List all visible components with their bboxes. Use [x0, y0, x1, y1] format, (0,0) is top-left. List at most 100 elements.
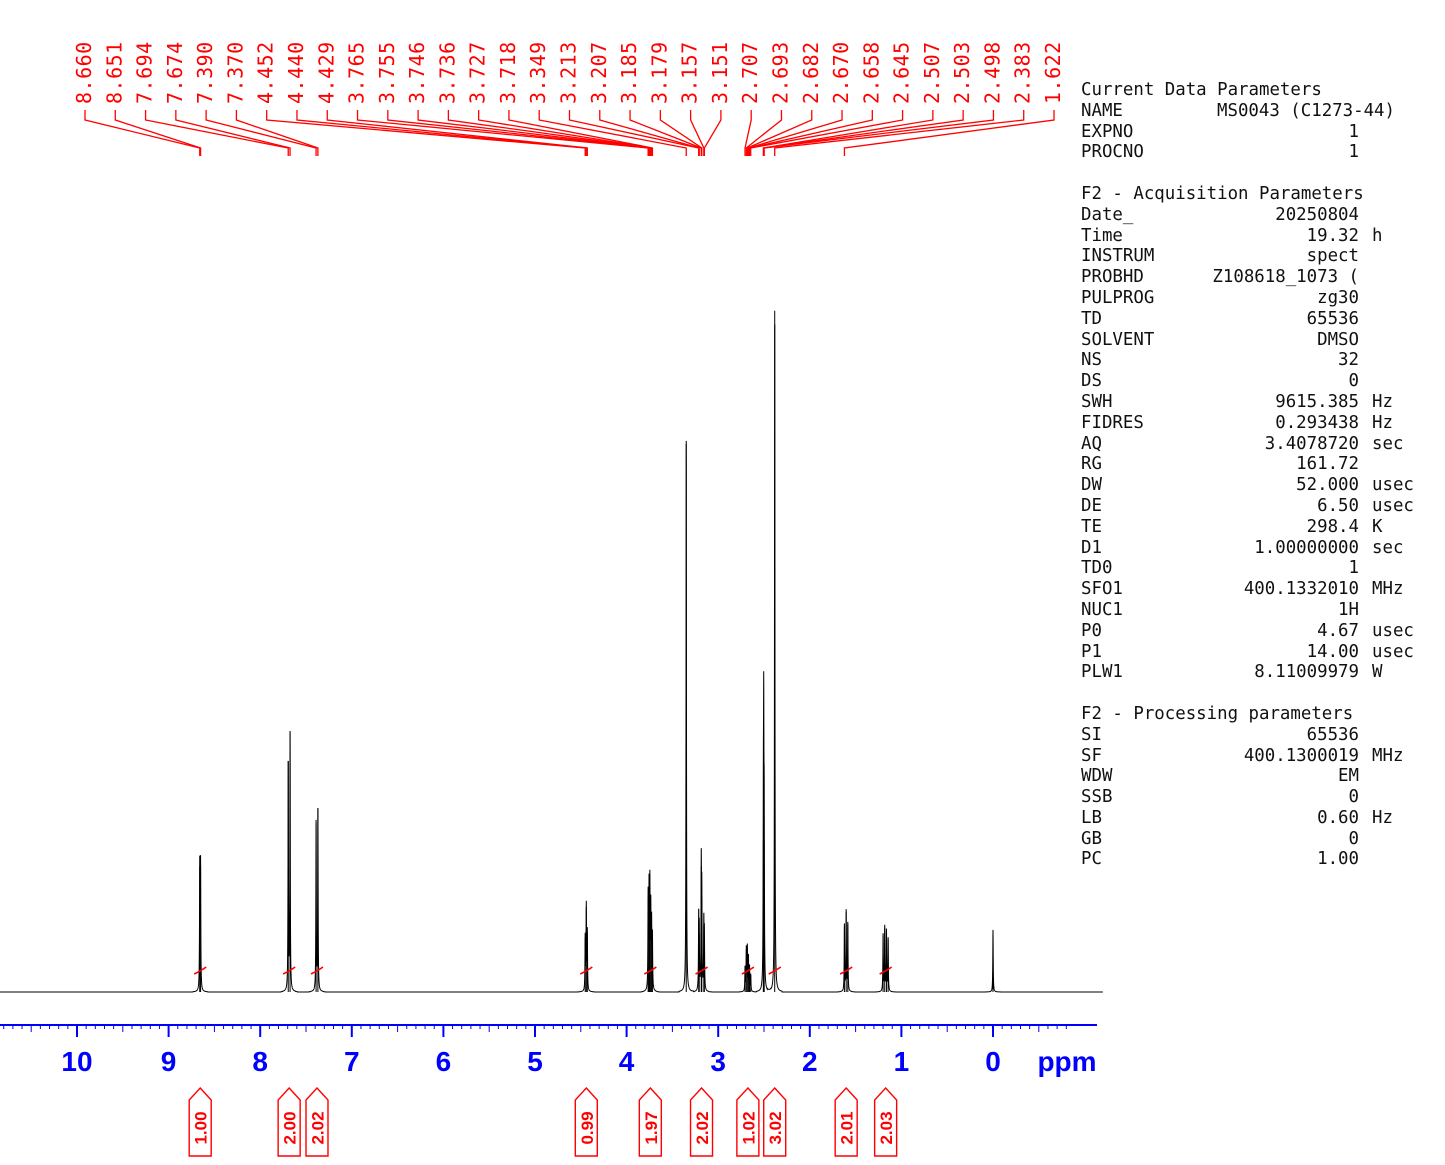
parameter-row: FIDRES 0.293438 Hz: [1081, 413, 1441, 434]
peak-label: 3.151: [708, 41, 732, 104]
peak-label: 1.622: [1041, 41, 1065, 104]
parameter-row: TE 298.4 K: [1081, 517, 1441, 538]
parameter-unit: sec: [1372, 537, 1404, 558]
peak-label: 7.390: [193, 41, 217, 104]
integral-curve: [282, 966, 296, 975]
parameter-value: 3.4078720: [1264, 433, 1359, 454]
peak-label: 3.727: [466, 41, 490, 104]
peak-label: 3.213: [557, 41, 581, 104]
parameter-unit: usec: [1372, 641, 1414, 662]
peak-leader-line: [235, 110, 319, 156]
peak-leader-line: [326, 110, 588, 156]
parameter-row: Current Data Parameters: [1081, 80, 1441, 101]
parameter-row: WDW EM: [1081, 766, 1441, 787]
peak-label: 7.674: [163, 41, 187, 104]
peak-label: 3.746: [405, 41, 429, 104]
parameter-row: PULPROG zg30: [1081, 288, 1441, 309]
parameter-value: Z108618_1073 (: [1212, 267, 1359, 288]
parameter-value: 298.4: [1306, 516, 1359, 537]
integral-value-label: 0.99: [578, 1111, 597, 1144]
parameter-unit: usec: [1372, 475, 1414, 496]
parameter-value: MS0043 (C1273-44): [1217, 100, 1395, 121]
parameter-row: GB 0: [1081, 829, 1441, 850]
peak-label: 2.670: [829, 41, 853, 104]
parameter-name: LB: [1081, 807, 1102, 828]
parameter-value: 1: [1348, 558, 1359, 579]
integral-value-label: 1.00: [192, 1111, 211, 1144]
peak-label: 2.693: [768, 41, 792, 104]
parameter-unit: h: [1372, 225, 1383, 246]
parameter-row: PC 1.00: [1081, 849, 1441, 870]
parameter-row: Time 19.32 h: [1081, 226, 1441, 247]
parameter-value: 32: [1338, 350, 1359, 371]
integral-value-label: 2.03: [877, 1111, 896, 1144]
peak-leader-line: [746, 110, 813, 156]
parameter-name: FIDRES: [1081, 412, 1144, 433]
x-tick-label: 4: [619, 1046, 635, 1077]
parameter-row: AQ 3.4078720 sec: [1081, 434, 1441, 455]
parameter-block: F2 - Processing parameters SI 65536 SF 400.1…: [1081, 704, 1441, 870]
parameter-block-title: F2 - Processing parameters: [1081, 703, 1354, 724]
parameter-value: 65536: [1306, 724, 1359, 745]
parameter-row: DS 0: [1081, 371, 1441, 392]
parameter-row: RG 161.72: [1081, 454, 1441, 475]
parameter-value: 8.11009979: [1254, 662, 1359, 683]
peak-leader-line: [750, 110, 904, 156]
parameter-unit: Hz: [1372, 391, 1393, 412]
parameter-name: Date_: [1081, 204, 1134, 225]
x-axis: 10 9 8 7 6 5 4 3 2 1 0 ppm: [0, 1024, 1097, 1077]
peak-label: 8.651: [102, 41, 126, 104]
integral-value-label: 2.00: [281, 1111, 300, 1144]
x-tick-label: 5: [527, 1046, 543, 1077]
x-tick-label: 0: [985, 1046, 1001, 1077]
parameter-value: 0: [1348, 828, 1359, 849]
parameter-value: 6.50: [1317, 495, 1359, 516]
parameter-row: D1 1.00000000 sec: [1081, 538, 1441, 559]
parameter-value: DMSO: [1317, 329, 1359, 350]
parameter-value: 0: [1348, 787, 1359, 808]
parameter-row: PLW1 8.11009979 W: [1081, 662, 1441, 683]
peak-leader-line: [747, 110, 843, 156]
parameter-name: TE: [1081, 516, 1102, 537]
parameter-row: P0 4.67 usec: [1081, 621, 1441, 642]
peak-label: 3.765: [345, 41, 369, 104]
parameter-value: spect: [1306, 246, 1359, 267]
parameter-name: RG: [1081, 454, 1102, 475]
integral-value-label: 2.01: [838, 1111, 857, 1144]
parameter-value: 161.72: [1296, 454, 1359, 475]
parameter-row: NUC1 1H: [1081, 600, 1441, 621]
parameter-unit: sec: [1372, 433, 1404, 454]
peak-label: 8.660: [72, 41, 96, 104]
parameter-row: PROCNO 1: [1081, 142, 1441, 163]
integral-value-label: 2.02: [308, 1111, 327, 1144]
parameter-block-title: F2 - Acquisition Parameters: [1081, 183, 1364, 204]
parameter-row: SI 65536: [1081, 725, 1441, 746]
peak-label: 7.694: [133, 41, 157, 104]
parameter-row: P1 14.00 usec: [1081, 642, 1441, 663]
integral-value-label: 3.02: [766, 1111, 785, 1144]
parameter-name: PLW1: [1081, 662, 1123, 683]
x-tick-label: 7: [344, 1046, 360, 1077]
parameter-name: NAME: [1081, 100, 1123, 121]
parameter-name: SSB: [1081, 787, 1113, 808]
parameter-name: P0: [1081, 620, 1102, 641]
x-axis-unit-label: ppm: [1037, 1046, 1096, 1077]
peak-label: 2.707: [738, 41, 762, 104]
peak-label: 2.658: [859, 41, 883, 104]
parameter-unit: Hz: [1372, 412, 1393, 433]
parameter-name: TD: [1081, 308, 1102, 329]
peak-label: 3.718: [496, 41, 520, 104]
parameter-name: Time: [1081, 225, 1123, 246]
x-tick-label: 2: [802, 1046, 818, 1077]
parameter-name: SFO1: [1081, 579, 1123, 600]
parameter-unit: Hz: [1372, 807, 1393, 828]
parameter-value: 0.60: [1317, 807, 1359, 828]
x-tick-label: 1: [894, 1046, 910, 1077]
parameter-block: F2 - Acquisition Parameters Date_ 20250804…: [1081, 184, 1441, 683]
x-tick-label: 6: [436, 1046, 452, 1077]
parameter-name: SF: [1081, 745, 1102, 766]
integral-curve: [310, 966, 324, 975]
parameter-value: 14.00: [1306, 641, 1359, 662]
parameter-value: zg30: [1317, 287, 1359, 308]
integral-value-label: 2.02: [693, 1111, 712, 1144]
